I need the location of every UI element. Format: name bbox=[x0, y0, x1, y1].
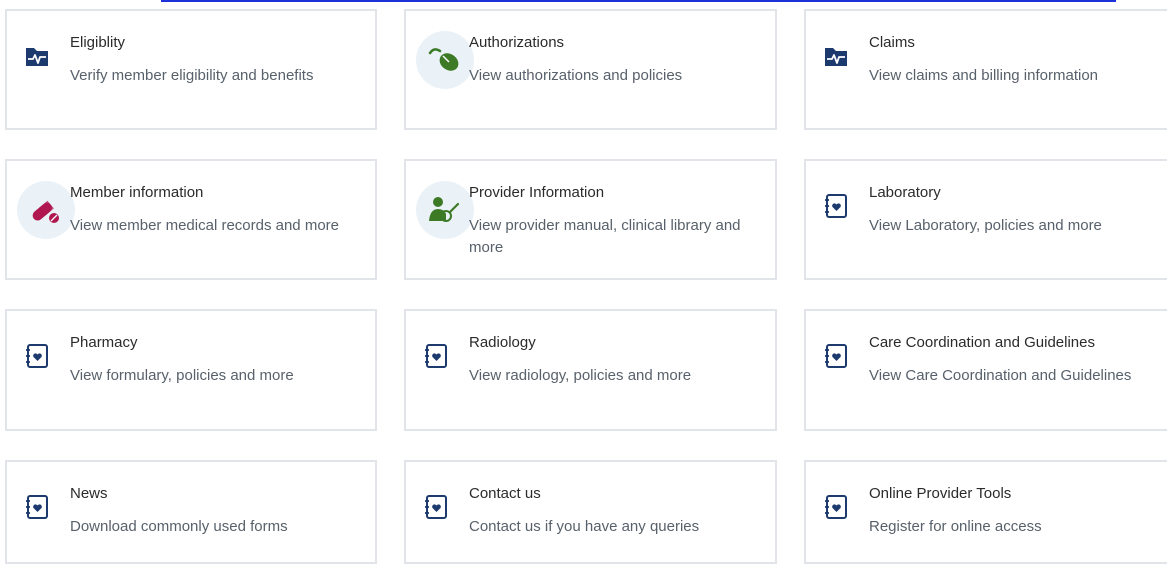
card-title: Pharmacy bbox=[70, 334, 138, 351]
card-news[interactable]: News Download commonly used forms bbox=[5, 460, 377, 564]
heart-notebook-icon bbox=[825, 344, 847, 368]
card-description: Download commonly used forms bbox=[70, 518, 288, 535]
provider-card-grid: Eligiblity Verify member eligibility and… bbox=[0, 0, 1167, 564]
card-title: Contact us bbox=[469, 485, 541, 502]
heart-notebook-icon bbox=[26, 495, 48, 519]
card-title: Care Coordination and Guidelines bbox=[869, 334, 1095, 351]
card-description: View claims and billing information bbox=[869, 67, 1098, 84]
heart-notebook-icon bbox=[825, 495, 847, 519]
card-description: View Laboratory, policies and more bbox=[869, 217, 1102, 234]
card-authorizations[interactable]: Authorizations View authorizations and p… bbox=[404, 9, 777, 130]
card-eligibility[interactable]: Eligiblity Verify member eligibility and… bbox=[5, 9, 377, 130]
card-title: Authorizations bbox=[469, 34, 565, 51]
heart-notebook-icon bbox=[825, 194, 847, 218]
card-title: Member information bbox=[70, 184, 204, 201]
card-description: View member medical records and more bbox=[70, 217, 339, 234]
card-title: Provider Information bbox=[469, 184, 605, 201]
card-description: View formulary, policies and more bbox=[70, 367, 294, 384]
card-title: Radiology bbox=[469, 334, 536, 351]
card-title: News bbox=[70, 485, 108, 502]
card-claims[interactable]: Claims View claims and billing informati… bbox=[804, 9, 1167, 130]
card-title: Online Provider Tools bbox=[869, 485, 1012, 502]
card-description: View Care Coordination and Guidelines bbox=[869, 367, 1132, 384]
card-care-coordination[interactable]: Care Coordination and Guidelines View Ca… bbox=[804, 309, 1167, 431]
card-laboratory[interactable]: Laboratory View Laboratory, policies and… bbox=[804, 159, 1167, 280]
provider-check-icon bbox=[416, 181, 474, 239]
pulse-folder-icon bbox=[825, 48, 847, 66]
computer-mouse-icon bbox=[416, 31, 474, 89]
card-description: View radiology, policies and more bbox=[469, 367, 692, 384]
card-description: Verify member eligibility and benefits bbox=[70, 67, 314, 84]
card-description: View authorizations and policies bbox=[469, 67, 683, 84]
card-description: View provider manual, clinical library a… bbox=[469, 217, 741, 256]
heart-notebook-icon bbox=[425, 495, 447, 519]
card-contact-us[interactable]: Contact us Contact us if you have any qu… bbox=[404, 460, 777, 564]
card-title: Laboratory bbox=[869, 184, 941, 201]
card-title: Eligiblity bbox=[70, 34, 126, 51]
heart-notebook-icon bbox=[26, 344, 48, 368]
card-online-provider-tools[interactable]: Online Provider Tools Register for onlin… bbox=[804, 460, 1167, 564]
heart-notebook-icon bbox=[425, 344, 447, 368]
card-pharmacy[interactable]: Pharmacy View formulary, policies and mo… bbox=[5, 309, 377, 431]
card-title: Claims bbox=[869, 34, 915, 51]
card-provider-information[interactable]: Provider Information View provider manua… bbox=[404, 159, 777, 280]
pills-icon bbox=[17, 181, 75, 239]
card-radiology[interactable]: Radiology View radiology, policies and m… bbox=[404, 309, 777, 431]
card-member-information[interactable]: Member information View member medical r… bbox=[5, 159, 377, 280]
card-description: Register for online access bbox=[869, 518, 1042, 535]
pulse-folder-icon bbox=[26, 48, 48, 66]
card-description: Contact us if you have any queries bbox=[469, 518, 700, 535]
